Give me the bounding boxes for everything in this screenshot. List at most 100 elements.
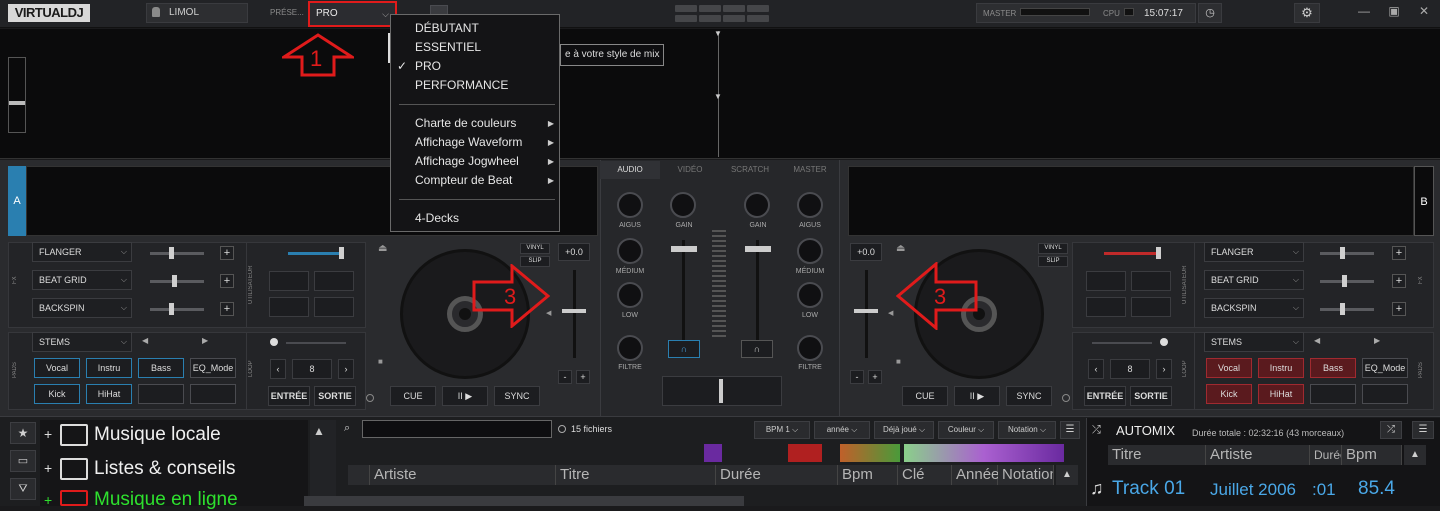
pad-eq-mode[interactable]: EQ_Mode <box>190 358 236 378</box>
layout-segment[interactable] <box>675 15 697 22</box>
loop-halve-button[interactable]: ‹ <box>1088 359 1104 379</box>
loop-out-button[interactable]: SORTIE <box>1130 386 1172 406</box>
automix-track-title[interactable]: Track 01 <box>1112 478 1185 500</box>
fx-param-slider[interactable] <box>150 308 204 311</box>
loop-double-button[interactable]: › <box>1156 359 1172 379</box>
loop-length[interactable]: 8 <box>292 359 332 379</box>
scroll-up-icon[interactable]: ▲ <box>313 424 325 438</box>
fx-slot-1[interactable]: FLANGER ⌵ <box>32 242 132 262</box>
tree-item-online-music[interactable]: Musique en ligne <box>94 489 238 511</box>
slider-knob[interactable] <box>1156 247 1161 259</box>
col-annee[interactable]: Année <box>952 465 999 485</box>
eq-mid-knob-b[interactable] <box>797 238 823 264</box>
timer-icon[interactable]: ◷ <box>1198 3 1222 23</box>
fx-param-slider[interactable] <box>1320 252 1374 255</box>
pad-instru[interactable]: Instru <box>86 358 132 378</box>
menu-icon[interactable]: ☰ <box>1412 421 1434 439</box>
automix-col-artiste[interactable]: Artiste <box>1206 445 1310 465</box>
folder-icon[interactable]: ▭ <box>10 450 36 472</box>
pitch-knob[interactable] <box>854 309 878 313</box>
slider-knob[interactable] <box>1342 275 1347 287</box>
fx-param-slider[interactable] <box>1320 280 1374 283</box>
gain-knob-a[interactable] <box>670 192 696 218</box>
eq-high-knob-b[interactable] <box>797 192 823 218</box>
user-button[interactable] <box>1086 271 1126 291</box>
search-input[interactable] <box>362 420 552 438</box>
eq-high-knob-a[interactable] <box>617 192 643 218</box>
loop-halve-button[interactable]: ‹ <box>270 359 286 379</box>
fx-activate-button[interactable]: + <box>1392 246 1406 260</box>
vinyl-button[interactable]: VINYL <box>1038 243 1068 254</box>
user-account-button[interactable]: LIMOL <box>146 3 248 23</box>
col-cle[interactable]: Clé <box>898 465 952 485</box>
shuffle-icon[interactable]: ⤮ <box>1380 421 1402 439</box>
menu-item-charte-couleurs[interactable]: Charte de couleurs <box>415 116 516 130</box>
sync-button[interactable]: SYNC <box>1006 386 1052 406</box>
tab-video[interactable]: VIDÉO <box>660 161 720 179</box>
scroll-up-icon[interactable]: ▲ <box>1056 465 1078 485</box>
fx-activate-button[interactable]: + <box>220 274 234 288</box>
slider-knob[interactable] <box>172 275 177 287</box>
headphone-a-icon[interactable]: ∩ <box>668 340 700 358</box>
eq-mid-knob-a[interactable] <box>617 238 643 264</box>
loop-double-button[interactable]: › <box>338 359 354 379</box>
pad-instru[interactable]: Instru <box>1258 358 1304 378</box>
fx-param-slider[interactable] <box>150 252 204 255</box>
menu-item-compteur-beat[interactable]: Compteur de Beat <box>415 173 512 187</box>
tab-master[interactable]: MASTER <box>780 161 840 179</box>
fx-slot-1[interactable]: FLANGER ⌵ <box>1204 242 1304 262</box>
user-button[interactable] <box>1131 297 1171 317</box>
slip-button[interactable]: SLIP <box>1038 256 1068 267</box>
pad-empty[interactable] <box>1310 384 1356 404</box>
pad-kick[interactable]: Kick <box>1206 384 1252 404</box>
gear-icon[interactable]: ⚙ <box>1294 3 1320 23</box>
slider-knob[interactable] <box>1340 247 1345 259</box>
slider-knob[interactable] <box>169 303 174 315</box>
pitch-down-button[interactable]: - <box>558 370 572 384</box>
eq-low-knob-b[interactable] <box>797 282 823 308</box>
col-titre[interactable]: Titre <box>556 465 716 485</box>
pitch-slider[interactable] <box>865 270 868 358</box>
col-notation[interactable]: Notation <box>998 465 1054 485</box>
layout-segment[interactable] <box>699 5 721 12</box>
pitch-knob[interactable] <box>562 309 586 313</box>
pitch-down-button[interactable]: - <box>850 370 864 384</box>
menu-item-performance[interactable]: PERFORMANCE <box>415 78 508 92</box>
user-button[interactable] <box>1086 297 1126 317</box>
tree-item-local-music[interactable]: Musique locale <box>94 424 221 446</box>
fx-activate-button[interactable]: + <box>220 246 234 260</box>
fx-activate-button[interactable]: + <box>220 302 234 316</box>
automix-col-bpm[interactable]: Bpm <box>1342 445 1402 465</box>
fx-param-slider[interactable] <box>150 280 204 283</box>
layout-segment[interactable] <box>747 5 769 12</box>
pad-bass[interactable]: Bass <box>1310 358 1356 378</box>
layout-segment[interactable] <box>723 5 745 12</box>
loop-slider[interactable] <box>286 342 346 344</box>
menu-icon[interactable]: ☰ <box>1060 421 1080 439</box>
layout-segment[interactable] <box>699 15 721 22</box>
prev-page-icon[interactable]: ◀ <box>1314 336 1320 345</box>
menu-item-pro[interactable]: PRO <box>415 59 441 73</box>
crossfader-knob[interactable] <box>719 379 723 403</box>
menu-item-affichage-jogwheel[interactable]: Affichage Jogwheel <box>415 154 519 168</box>
gain-knob-b[interactable] <box>744 192 770 218</box>
filter-knob-a[interactable] <box>617 335 643 361</box>
pad-bass[interactable]: Bass <box>138 358 184 378</box>
slider-knob[interactable] <box>339 247 344 259</box>
eject-icon[interactable]: ⏏ <box>896 243 905 254</box>
fx-slot-2[interactable]: BEAT GRID ⌵ <box>32 270 132 290</box>
scroll-up-icon[interactable]: ▲ <box>1404 445 1426 465</box>
search-option-icon[interactable] <box>558 425 566 433</box>
expand-icon[interactable]: + <box>44 460 52 476</box>
layout-segment[interactable] <box>675 5 697 12</box>
eq-low-knob-a[interactable] <box>617 282 643 308</box>
cue-button[interactable]: CUE <box>390 386 436 406</box>
horizontal-scrollbar[interactable] <box>304 496 744 506</box>
user-slider[interactable] <box>1104 252 1160 255</box>
menu-item-4-decks[interactable]: 4-Decks <box>415 211 459 225</box>
layout-segment[interactable] <box>723 15 745 22</box>
filter-bpm[interactable]: BPM 1 ⌵ <box>754 421 810 439</box>
filter-deja-joue[interactable]: Déjà joué ⌵ <box>874 421 934 439</box>
cue-button[interactable]: CUE <box>902 386 948 406</box>
loop-out-button[interactable]: SORTIE <box>314 386 356 406</box>
